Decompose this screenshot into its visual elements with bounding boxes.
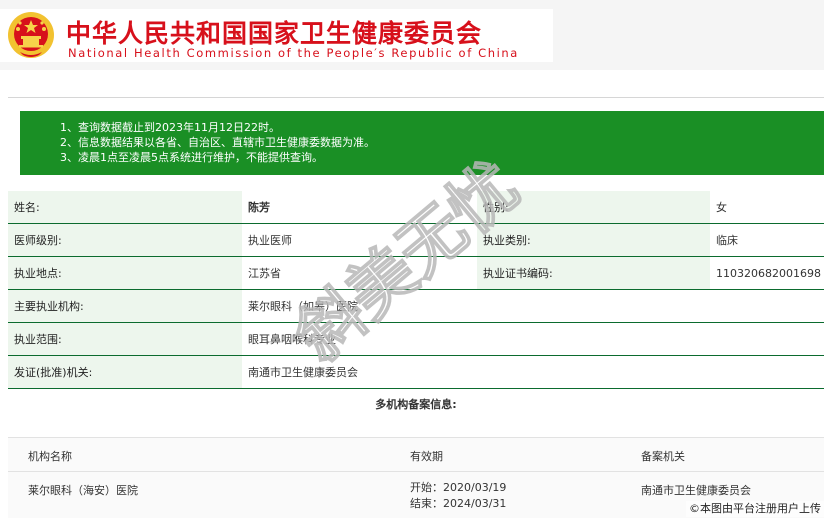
divider <box>8 97 824 98</box>
site-title-cn: 中华人民共和国国家卫生健康委员会 <box>66 19 483 48</box>
info-row-location-cert: 执业地点: 江苏省 执业证书编码: 110320682001698 <box>8 256 824 290</box>
record-validity-start: 开始：2020/03/19 <box>410 481 507 494</box>
cert-label: 执业证书编码: <box>477 256 710 290</box>
scope-label: 执业范围: <box>8 322 242 356</box>
notice-list: 1、查询数据截止到2023年11月12日22时。 2、信息数据结果以各省、自治区… <box>60 120 375 165</box>
name-label: 姓名: <box>8 191 242 224</box>
doctor-info-table: 姓名: 陈芳 性别: 女 医师级别: 执业医师 执业类别: 临床 执业地点: 江… <box>8 191 824 419</box>
cert-value: 110320682001698 <box>710 256 824 290</box>
location-label: 执业地点: <box>8 256 242 290</box>
notice-item: 1、查询数据截止到2023年11月12日22时。 <box>60 121 280 134</box>
site-header[interactable]: 中华人民共和国国家卫生健康委员会 National Health Commiss… <box>0 9 553 62</box>
upload-credit: ©本图由平台注册用户上传 <box>686 501 824 517</box>
institution-label: 主要执业机构: <box>8 289 242 323</box>
notice-item: 3、凌晨1点至凌晨5点系统进行维护，不能提供查询。 <box>60 151 323 164</box>
national-emblem-icon <box>8 12 54 58</box>
info-row-name-gender: 姓名: 陈芳 性别: 女 <box>8 191 824 224</box>
info-row-institution: 主要执业机构: 莱尔眼科（如皋）医院 <box>8 289 824 323</box>
site-title-en: National Health Commission of the People… <box>68 46 519 60</box>
info-row-level-category: 医师级别: 执业医师 执业类别: 临床 <box>8 223 824 257</box>
level-value: 执业医师 <box>242 223 477 257</box>
multi-institution-title: 多机构备案信息: <box>8 388 824 419</box>
header-divider <box>8 471 824 472</box>
location-value: 江苏省 <box>242 256 477 290</box>
record-validity-end: 结束：2024/03/31 <box>410 497 507 510</box>
scope-value: 眼耳鼻咽喉科专业 <box>242 322 824 356</box>
notice-item: 2、信息数据结果以各省、自治区、直辖市卫生健康委数据为准。 <box>60 136 375 149</box>
record-institution-name: 莱尔眼科（海安）医院 <box>28 484 138 497</box>
institution-value: 莱尔眼科（如皋）医院 <box>242 289 824 323</box>
gender-label: 性别: <box>477 191 710 224</box>
category-label: 执业类别: <box>477 223 710 257</box>
level-label: 医师级别: <box>8 223 242 257</box>
col-header-authority: 备案机关 <box>641 450 685 463</box>
col-header-institution: 机构名称 <box>28 450 72 463</box>
gender-value: 女 <box>710 191 824 224</box>
query-notice-banner: 1、查询数据截止到2023年11月12日22时。 2、信息数据结果以各省、自治区… <box>20 111 824 175</box>
info-row-issuer: 发证(批准)机关: 南通市卫生健康委员会 <box>8 355 824 389</box>
record-authority: 南通市卫生健康委员会 <box>641 484 751 497</box>
col-header-validity: 有效期 <box>410 450 443 463</box>
name-value: 陈芳 <box>242 191 477 224</box>
category-value: 临床 <box>710 223 824 257</box>
info-row-scope: 执业范围: 眼耳鼻咽喉科专业 <box>8 322 824 356</box>
issuer-label: 发证(批准)机关: <box>8 355 242 389</box>
issuer-value: 南通市卫生健康委员会 <box>242 355 824 389</box>
multi-institution-heading-row: 多机构备案信息: <box>8 388 824 419</box>
